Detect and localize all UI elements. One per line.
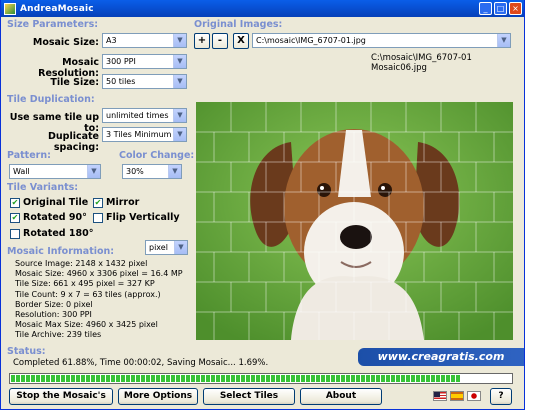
window-title: AndreaMosaic [20, 3, 94, 14]
status-text: Completed 61.88%, Time 00:00:02, Saving … [13, 358, 269, 368]
mosaic-resolution-label: Mosaic Resolution: [38, 57, 99, 79]
add-image-button[interactable]: + [194, 33, 210, 49]
check-icon: ✔ [10, 212, 20, 223]
info-line: Tile Size: 661 x 495 pixel = 327 KP [15, 279, 155, 289]
flip-vertically-checkbox[interactable]: Flip Vertically [93, 212, 180, 223]
chevron-down-icon[interactable]: ▼ [173, 34, 186, 47]
chevron-down-icon[interactable]: ▼ [173, 109, 186, 122]
rotated-180-checkbox[interactable]: Rotated 180° [10, 228, 93, 239]
minimize-icon[interactable]: _ [479, 2, 492, 15]
info-line: Mosaic Size: 4960 x 3306 pixel = 16.4 MP [15, 269, 183, 279]
us-flag-icon[interactable] [433, 391, 447, 401]
mosaic-size-select[interactable]: A3 ▼ [102, 33, 187, 48]
info-line: Source Image: 2148 x 1432 pixel [15, 259, 148, 268]
spain-flag-icon[interactable] [450, 391, 464, 401]
mosaic-preview-image [196, 102, 513, 340]
tile-size-select[interactable]: 50 tiles ▼ [102, 74, 187, 89]
check-icon: ✔ [10, 197, 20, 208]
chevron-down-icon[interactable]: ▼ [173, 55, 186, 68]
more-options-button[interactable]: More Options [118, 388, 198, 405]
remove-image-button[interactable]: - [212, 33, 228, 49]
mosaic-information-heading: Mosaic Information: [7, 246, 115, 257]
status-heading: Status: [7, 346, 46, 357]
chevron-down-icon[interactable]: ▼ [168, 165, 181, 178]
unit-select[interactable]: pixel ▼ [145, 240, 188, 255]
output-file-name: C:\mosaic\IMG_6707-01 Mosaic06.jpg [371, 53, 472, 73]
original-tile-checkbox[interactable]: ✔ Original Tile [10, 197, 88, 208]
progress-bar [9, 373, 513, 384]
mosaic-information-list: Source Image: 2148 x 1432 pixel Mosaic S… [15, 259, 183, 341]
mirror-checkbox[interactable]: ✔ Mirror [93, 197, 139, 208]
rotated-90-checkbox[interactable]: ✔ Rotated 90° [10, 212, 87, 223]
chevron-down-icon[interactable]: ▼ [174, 241, 187, 254]
size-parameters-heading: Size Parameters: [7, 19, 99, 30]
tile-duplication-heading: Tile Duplication: [7, 94, 95, 105]
clear-images-button[interactable]: X [233, 33, 249, 49]
color-change-heading: Color Change: [119, 150, 195, 161]
info-line: Mosaic Max Size: 4960 x 3425 pixel [15, 320, 158, 330]
pattern-select[interactable]: Wall ▼ [9, 164, 101, 179]
chevron-down-icon[interactable]: ▼ [497, 34, 510, 47]
mosaic-size-label: Mosaic Size: [32, 37, 99, 48]
progress-fill [11, 375, 461, 382]
info-line: Tile Count: 9 x 7 = 63 tiles (approx.) [15, 289, 161, 299]
chevron-down-icon[interactable]: ▼ [173, 75, 186, 88]
original-image-path-select[interactable]: C:\mosaic\IMG_6707-01.jpg ▼ [252, 33, 511, 48]
chevron-down-icon[interactable]: ▼ [173, 128, 186, 141]
color-change-select[interactable]: 30% ▼ [122, 164, 182, 179]
info-line: Resolution: 300 PPI [15, 310, 92, 320]
duplicate-spacing-select[interactable]: 3 Tiles Minimum ▼ [102, 127, 187, 142]
close-icon[interactable]: × [509, 2, 522, 15]
tile-size-label: Tile Size: [50, 77, 99, 88]
chevron-down-icon[interactable]: ▼ [87, 165, 100, 178]
about-button[interactable]: About [300, 388, 382, 405]
japan-flag-icon[interactable] [467, 391, 481, 401]
stop-mosaic-button[interactable]: Stop the Mosaic's [9, 388, 113, 405]
check-icon: ✔ [93, 197, 103, 208]
mosaic-resolution-select[interactable]: 300 PPI ▼ [102, 54, 187, 69]
same-tile-select[interactable]: unlimited times ▼ [102, 108, 187, 123]
app-icon [4, 2, 16, 15]
help-button[interactable]: ? [490, 388, 512, 405]
info-line: Tile Archive: 239 tiles [15, 330, 102, 340]
maximize-icon[interactable]: □ [494, 2, 507, 15]
watermark-text: www.creagratis.com [358, 348, 524, 366]
tile-variants-heading: Tile Variants: [7, 182, 79, 193]
info-line: Border Size: 0 pixel [15, 299, 93, 309]
select-tiles-button[interactable]: Select Tiles [203, 388, 295, 405]
original-images-heading: Original Images: [194, 19, 283, 30]
pattern-heading: Pattern: [7, 150, 51, 161]
title-bar: AndreaMosaic _ □ × [1, 0, 524, 17]
